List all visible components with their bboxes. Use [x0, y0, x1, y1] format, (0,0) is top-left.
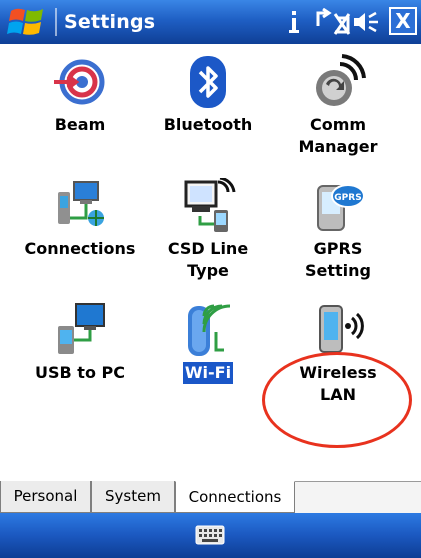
gprs-setting-icon: GPRS	[317, 184, 365, 231]
close-button[interactable]: X	[389, 7, 417, 35]
setting-label: Comm Manager	[298, 115, 378, 156]
setting-bluetooth[interactable]: Bluetooth	[143, 54, 273, 136]
page-title: Settings	[64, 11, 156, 33]
setting-label: GPRS Setting	[305, 239, 371, 280]
setting-label: Bluetooth	[163, 115, 253, 134]
title-bar: Settings X	[0, 0, 421, 44]
setting-label: Wi-Fi	[182, 362, 234, 384]
setting-csd-line-type[interactable]: CSD Line Type	[143, 178, 273, 282]
connectivity-icon[interactable]	[283, 6, 305, 38]
svg-text:GPRS: GPRS	[334, 193, 361, 203]
wifi-icon	[188, 304, 231, 356]
connections-icon	[58, 181, 104, 226]
tab-system[interactable]: System	[91, 481, 175, 513]
tab-personal[interactable]: Personal	[0, 481, 91, 513]
bluetooth-icon	[190, 56, 226, 108]
setting-usb-to-pc[interactable]: USB to PC	[15, 302, 145, 384]
setting-wifi[interactable]: Wi-Fi	[143, 302, 273, 384]
setting-label: USB to PC	[35, 363, 125, 382]
no-sync-icon[interactable]	[315, 6, 351, 38]
setting-beam[interactable]: Beam	[15, 54, 145, 136]
wireless-lan-icon	[319, 305, 364, 353]
beam-icon	[54, 59, 105, 105]
setting-gprs-setting[interactable]: GPRS GPRS Setting	[273, 178, 403, 282]
setting-label: Beam	[54, 115, 106, 134]
keyboard-icon	[195, 525, 225, 545]
start-button[interactable]	[2, 2, 52, 42]
input-panel-button[interactable]	[193, 523, 227, 547]
soft-key-bar	[0, 513, 421, 558]
setting-label: Connections	[24, 239, 136, 258]
setting-label: CSD Line Type	[167, 239, 249, 280]
volume-icon[interactable]	[352, 6, 380, 38]
windows-flag-icon	[7, 8, 43, 35]
tab-strip: Personal System Connections	[0, 481, 421, 513]
setting-comm-manager[interactable]: Comm Manager	[273, 54, 403, 158]
usb-to-pc-icon	[58, 303, 105, 354]
annotation-circle	[262, 352, 412, 448]
tab-connections[interactable]: Connections	[175, 481, 295, 513]
setting-connections[interactable]: Connections	[15, 178, 145, 260]
comm-manager-icon	[316, 54, 366, 106]
title-separator	[55, 8, 57, 36]
csd-line-type-icon	[184, 178, 236, 232]
